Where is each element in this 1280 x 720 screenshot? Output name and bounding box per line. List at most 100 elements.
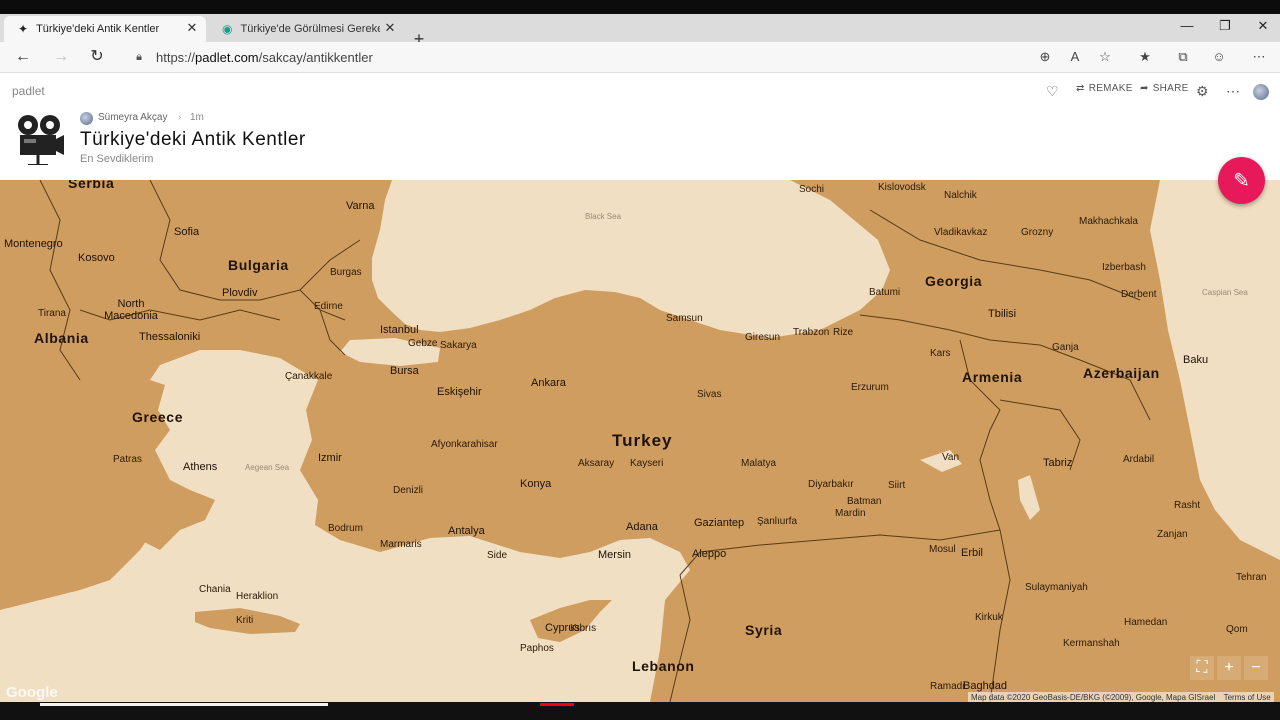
more-button[interactable]: ⋯ (1226, 83, 1240, 100)
map-label: Adana (626, 521, 658, 533)
profile-icon[interactable]: ☺ (1210, 48, 1228, 66)
map-label: Tbilisi (988, 308, 1017, 320)
map-label: Plovdiv (222, 287, 258, 299)
map-label: Baku (1183, 354, 1209, 366)
board-subtitle: En Sevdiklerim (80, 153, 154, 165)
map-label: Trabzon (793, 327, 830, 338)
os-top-bar (0, 0, 1280, 14)
user-avatar[interactable] (1253, 84, 1269, 100)
padlet-header: padlet ♡ ⇄ REMAKE ➦ SHARE ⚙ ⋯ Sümeyra Ak… (0, 73, 1280, 180)
map-label: Zanjan (1157, 529, 1188, 540)
map-label: Kars (930, 348, 951, 359)
map-label: Kayseri (630, 458, 664, 469)
close-window-icon[interactable]: ✕ (1248, 16, 1278, 36)
remake-icon: ⇄ (1076, 83, 1085, 94)
remake-button[interactable]: ⇄ REMAKE (1076, 83, 1133, 94)
author-avatar (80, 112, 93, 125)
zoom-in-icon[interactable]: + (1217, 656, 1241, 680)
map-label: Ganja (1052, 342, 1079, 353)
map-label: Sofia (174, 226, 200, 238)
map-label: Side (487, 550, 508, 561)
map-label: Rize (833, 327, 854, 338)
settings-button[interactable]: ⚙ (1196, 83, 1209, 100)
map-label: Albania (34, 330, 89, 346)
back-icon[interactable]: ← (12, 46, 34, 68)
map-label: Kriti (236, 615, 254, 626)
browser-menu-icon[interactable]: ⋯ (1250, 48, 1268, 66)
map-label: Ramadi (930, 681, 965, 692)
map-label: Aksaray (578, 458, 615, 469)
translate-icon[interactable]: A (1066, 48, 1084, 66)
maximize-icon[interactable]: ❐ (1210, 16, 1240, 36)
map-label: Kirkuk (975, 612, 1003, 623)
close-tab-icon[interactable]: ✕ (184, 20, 200, 36)
url-scheme: https:// (156, 49, 196, 65)
fullscreen-icon[interactable]: ⛶ (1190, 656, 1214, 680)
map-label: Paphos (520, 643, 554, 654)
meta-separator: › (178, 112, 182, 123)
edit-post-button[interactable]: ✎ (1218, 157, 1265, 204)
map-label: Serbia (68, 180, 115, 191)
map-label: Sivas (697, 389, 722, 400)
map-canvas[interactable]: Serbia Montenegro Kosovo Bulgaria North … (0, 180, 1280, 702)
globe-tab-icon: ◉ (222, 22, 233, 36)
map-label: Kosovo (78, 252, 115, 264)
map-label: Varna (346, 200, 375, 212)
like-button[interactable]: ♡ (1046, 83, 1059, 100)
url-host: padlet.com (195, 49, 259, 65)
share-icon: ➦ (1140, 83, 1149, 94)
padlet-logo[interactable]: padlet (12, 84, 45, 98)
close-tab-icon[interactable]: ✕ (382, 20, 398, 36)
author-name: Sümeyra Akçay (98, 112, 168, 123)
share-button[interactable]: ➦ SHARE (1140, 83, 1189, 94)
tab-title: Türkiye'de Görülmesi Gereken Şehirler (240, 23, 381, 35)
minimize-icon[interactable]: — (1172, 16, 1202, 36)
forward-icon[interactable]: → (50, 46, 72, 68)
add-site-icon[interactable]: ⊕ (1036, 48, 1054, 66)
map-label: Samsun (666, 313, 703, 324)
map-label: Eskişehir (437, 386, 482, 398)
map-label: Montenegro (4, 238, 63, 250)
map-label: Vladikavkaz (934, 227, 988, 238)
map-label: Siirt (888, 480, 906, 491)
map-label: Gebze (408, 338, 438, 349)
map-label: Armenia (962, 369, 1023, 385)
map-label: Mosul (929, 544, 956, 555)
map-label: Nalchik (944, 190, 977, 201)
map-label: Syria (745, 622, 783, 638)
zoom-out-icon[interactable]: − (1244, 656, 1268, 680)
heart-icon: ♡ (1046, 83, 1059, 99)
map-label: Burgas (330, 267, 362, 278)
map-label: Malatya (741, 458, 777, 469)
map-label: Gaziantep (694, 517, 745, 529)
map-label: Konya (520, 478, 552, 490)
map-label: Izmir (318, 452, 342, 464)
map-label: North Macedonia (104, 298, 158, 322)
gear-icon: ⚙ (1196, 83, 1209, 99)
favorites-icon[interactable]: ★ (1136, 48, 1154, 66)
map-label: Kermanshah (1063, 638, 1120, 649)
address-bar[interactable]: 🔒︎ https://padlet.com/sakcay/antikkentle… (122, 45, 1032, 69)
board-title: Türkiye'deki Antik Kentler (80, 129, 306, 150)
map-label: Athens (183, 461, 218, 473)
map-label: Erbil (961, 547, 984, 559)
reload-icon[interactable]: ↻ (86, 46, 108, 68)
map-label: Hamedan (1124, 617, 1168, 628)
map-label: Izberbash (1102, 262, 1146, 273)
tab-antik-kentler[interactable]: ✦ Türkiye'deki Antik Kentler ✕ (4, 16, 206, 42)
pencil-icon: ✎ (1233, 170, 1250, 192)
caspian-sea-shape (1150, 180, 1280, 560)
collections-icon[interactable]: ⧉ (1174, 48, 1192, 66)
map-label: Caspian Sea (1202, 288, 1248, 297)
map-label: Sochi (799, 184, 825, 195)
favorite-star-icon[interactable]: ☆ (1096, 48, 1114, 66)
map-label: Tirana (38, 308, 66, 319)
lake-urmia-shape (1018, 475, 1040, 520)
map-label: Istanbul (380, 324, 419, 336)
terms-link[interactable]: Terms of Use (1224, 693, 1271, 702)
map-label: Marmaris (380, 539, 422, 550)
film-camera-icon (18, 115, 64, 165)
tab-gorulmesi-gereken[interactable]: ◉ Türkiye'de Görülmesi Gereken Şehirler … (208, 16, 404, 42)
lock-icon: 🔒︎ (136, 51, 142, 63)
map-label: Edirne (314, 301, 343, 312)
